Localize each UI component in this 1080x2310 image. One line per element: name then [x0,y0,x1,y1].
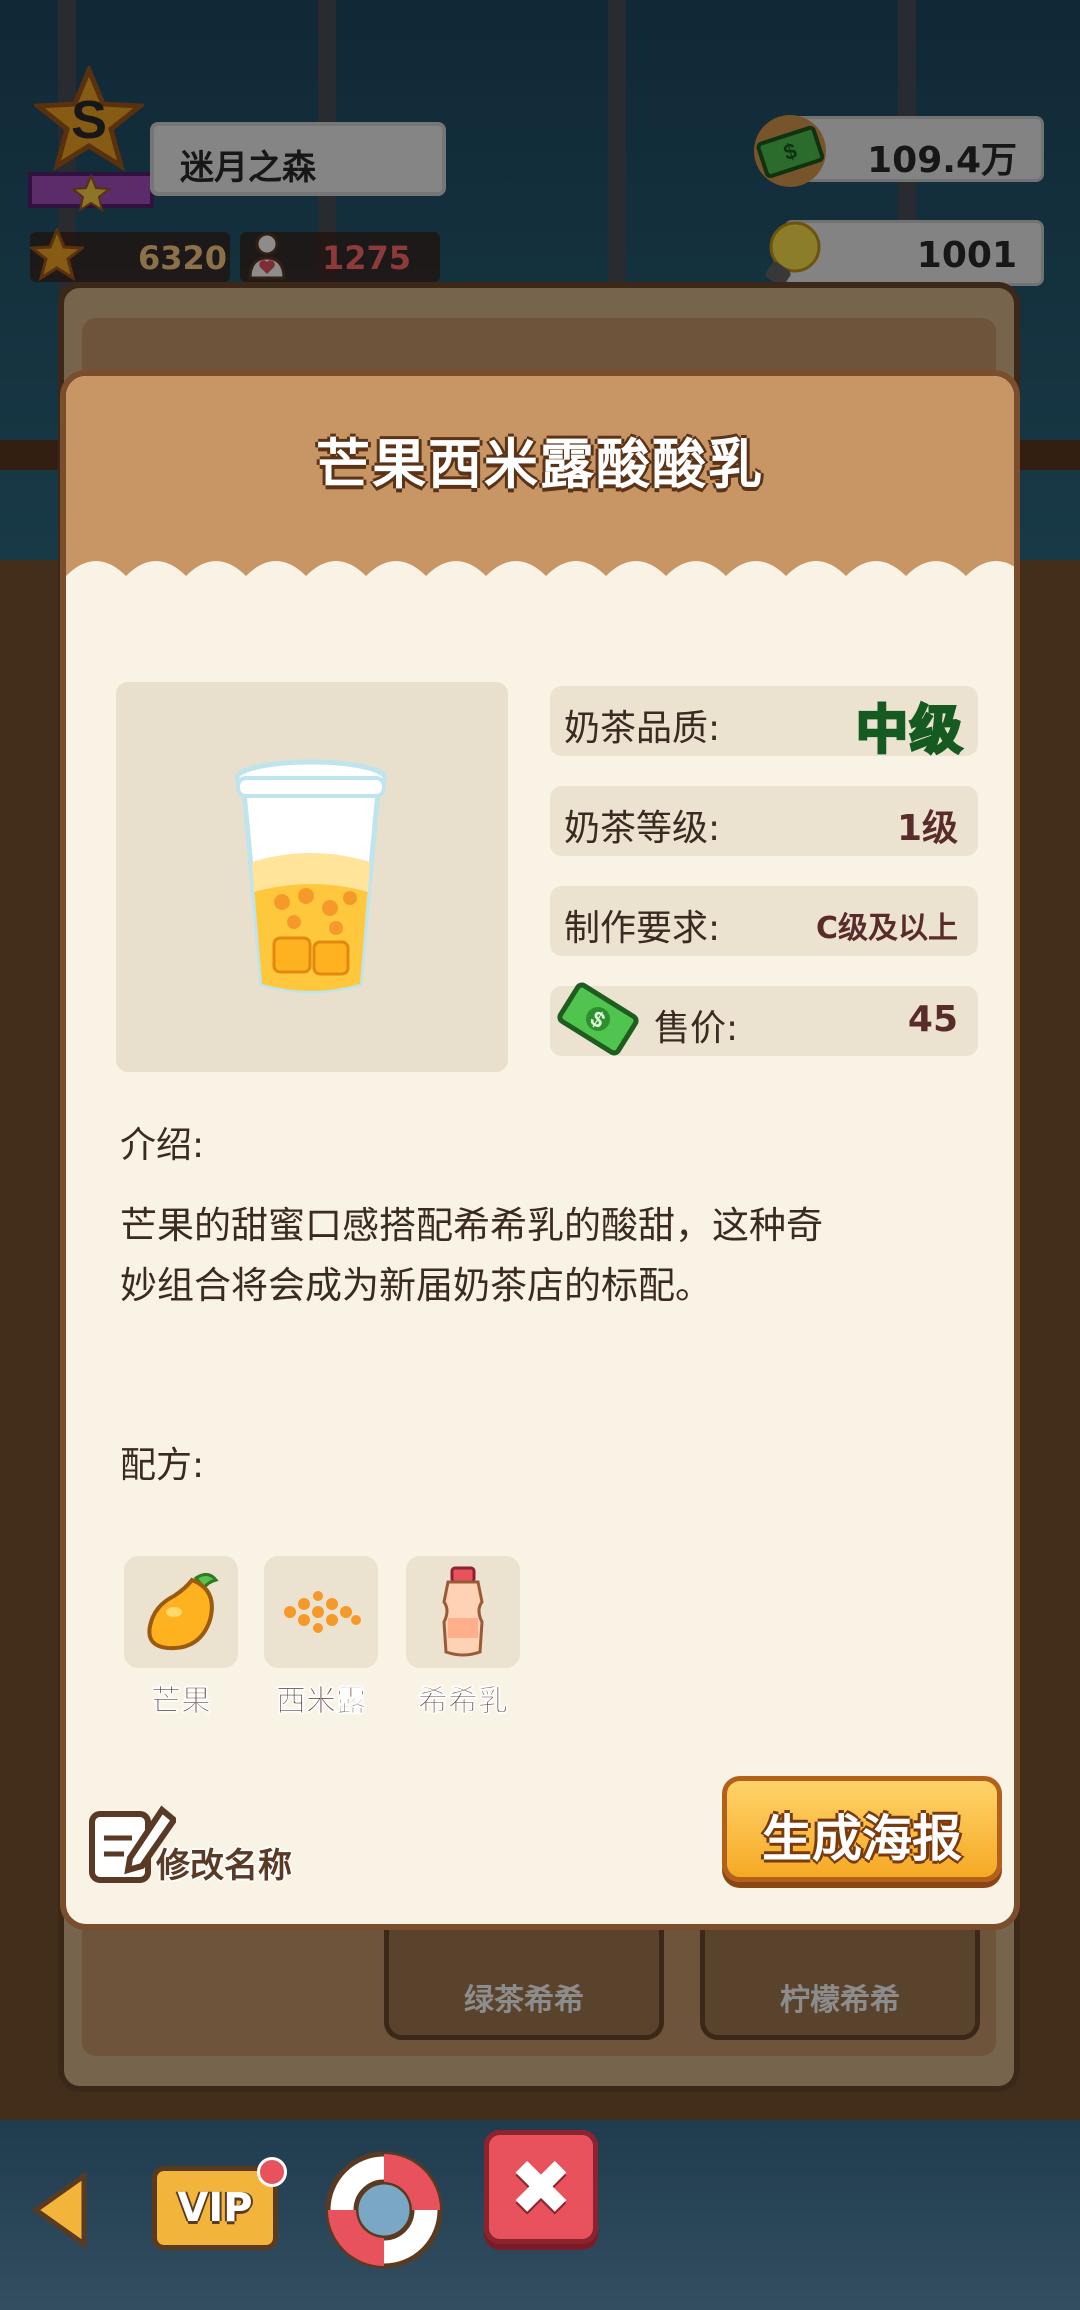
price-value: 45 [907,999,958,1040]
ingredient-tile [264,1556,378,1668]
ingredient-name: 希希乳 [418,1684,509,1720]
ingredient-tile [124,1556,238,1668]
left-arrow-icon[interactable] [30,2170,90,2250]
price-label: 售价: [654,1008,739,1049]
mango-icon [147,1573,219,1651]
ingredient-tile [406,1556,520,1668]
price-row: $ 售价: 45 [550,982,978,1056]
level-value: 1级 [896,808,958,849]
yogurt-bottle-icon [442,1566,484,1657]
level-row: 奶茶等级: 1级 [550,786,978,856]
intro-line: 芒果的甜蜜口感搭配希希乳的酸甜，这种奇 [120,1204,823,1247]
drink-image-frame [116,682,508,1072]
requirement-value: C级及以上 [815,911,958,946]
generate-poster-label: 生成海报 [762,1810,962,1868]
intro-label: 介绍: [120,1125,205,1166]
rename-button[interactable]: 修改名称 [86,1796,336,1896]
vip-button[interactable]: VIP [152,2157,287,2250]
rename-label: 修改名称 [156,1846,292,1886]
quality-badge: 中级 [854,700,964,763]
quality-label: 奶茶品质: [564,708,721,749]
lifebuoy-icon[interactable] [322,2148,446,2272]
ingredient-name: 芒果 [151,1684,212,1720]
requirement-label: 制作要求: [564,908,721,949]
mango-sago-drink-icon [234,759,388,994]
sago-icon [284,1591,361,1633]
drink-detail-modal: 芒果西米露酸酸乳 奶茶品质: 中级 奶茶等级: 1级 制作要求: C级及以上 $… [60,370,1020,1930]
ingredient-sago[interactable]: 西米露 [264,1556,378,1720]
requirement-row: 制作要求: C级及以上 [550,886,978,956]
recipe-label: 配方: [120,1445,205,1486]
notification-dot [257,2157,287,2187]
intro-text: 芒果的甜蜜口感搭配希希乳的酸甜，这种奇 妙组合将会成为新届奶茶店的标配。 [120,1196,980,1316]
close-button[interactable]: ✖ [484,2130,598,2244]
drink-title: 芒果西米露酸酸乳 [316,433,764,496]
quality-row: 奶茶品质: 中级 [550,686,978,763]
ingredient-mango[interactable]: 芒果 [124,1556,238,1720]
scallop-divider [66,561,1014,606]
level-label: 奶茶等级: [564,808,721,849]
ingredient-yogurt[interactable]: 希希乳 [406,1556,520,1720]
intro-line: 妙组合将会成为新届奶茶店的标配。 [120,1264,712,1307]
cash-icon: $ [557,982,639,1056]
close-icon: ✖ [509,2143,573,2232]
vip-label: VIP [177,2185,253,2231]
generate-poster-button[interactable]: 生成海报 [722,1776,1002,1882]
ingredient-name: 西米露 [276,1684,367,1720]
